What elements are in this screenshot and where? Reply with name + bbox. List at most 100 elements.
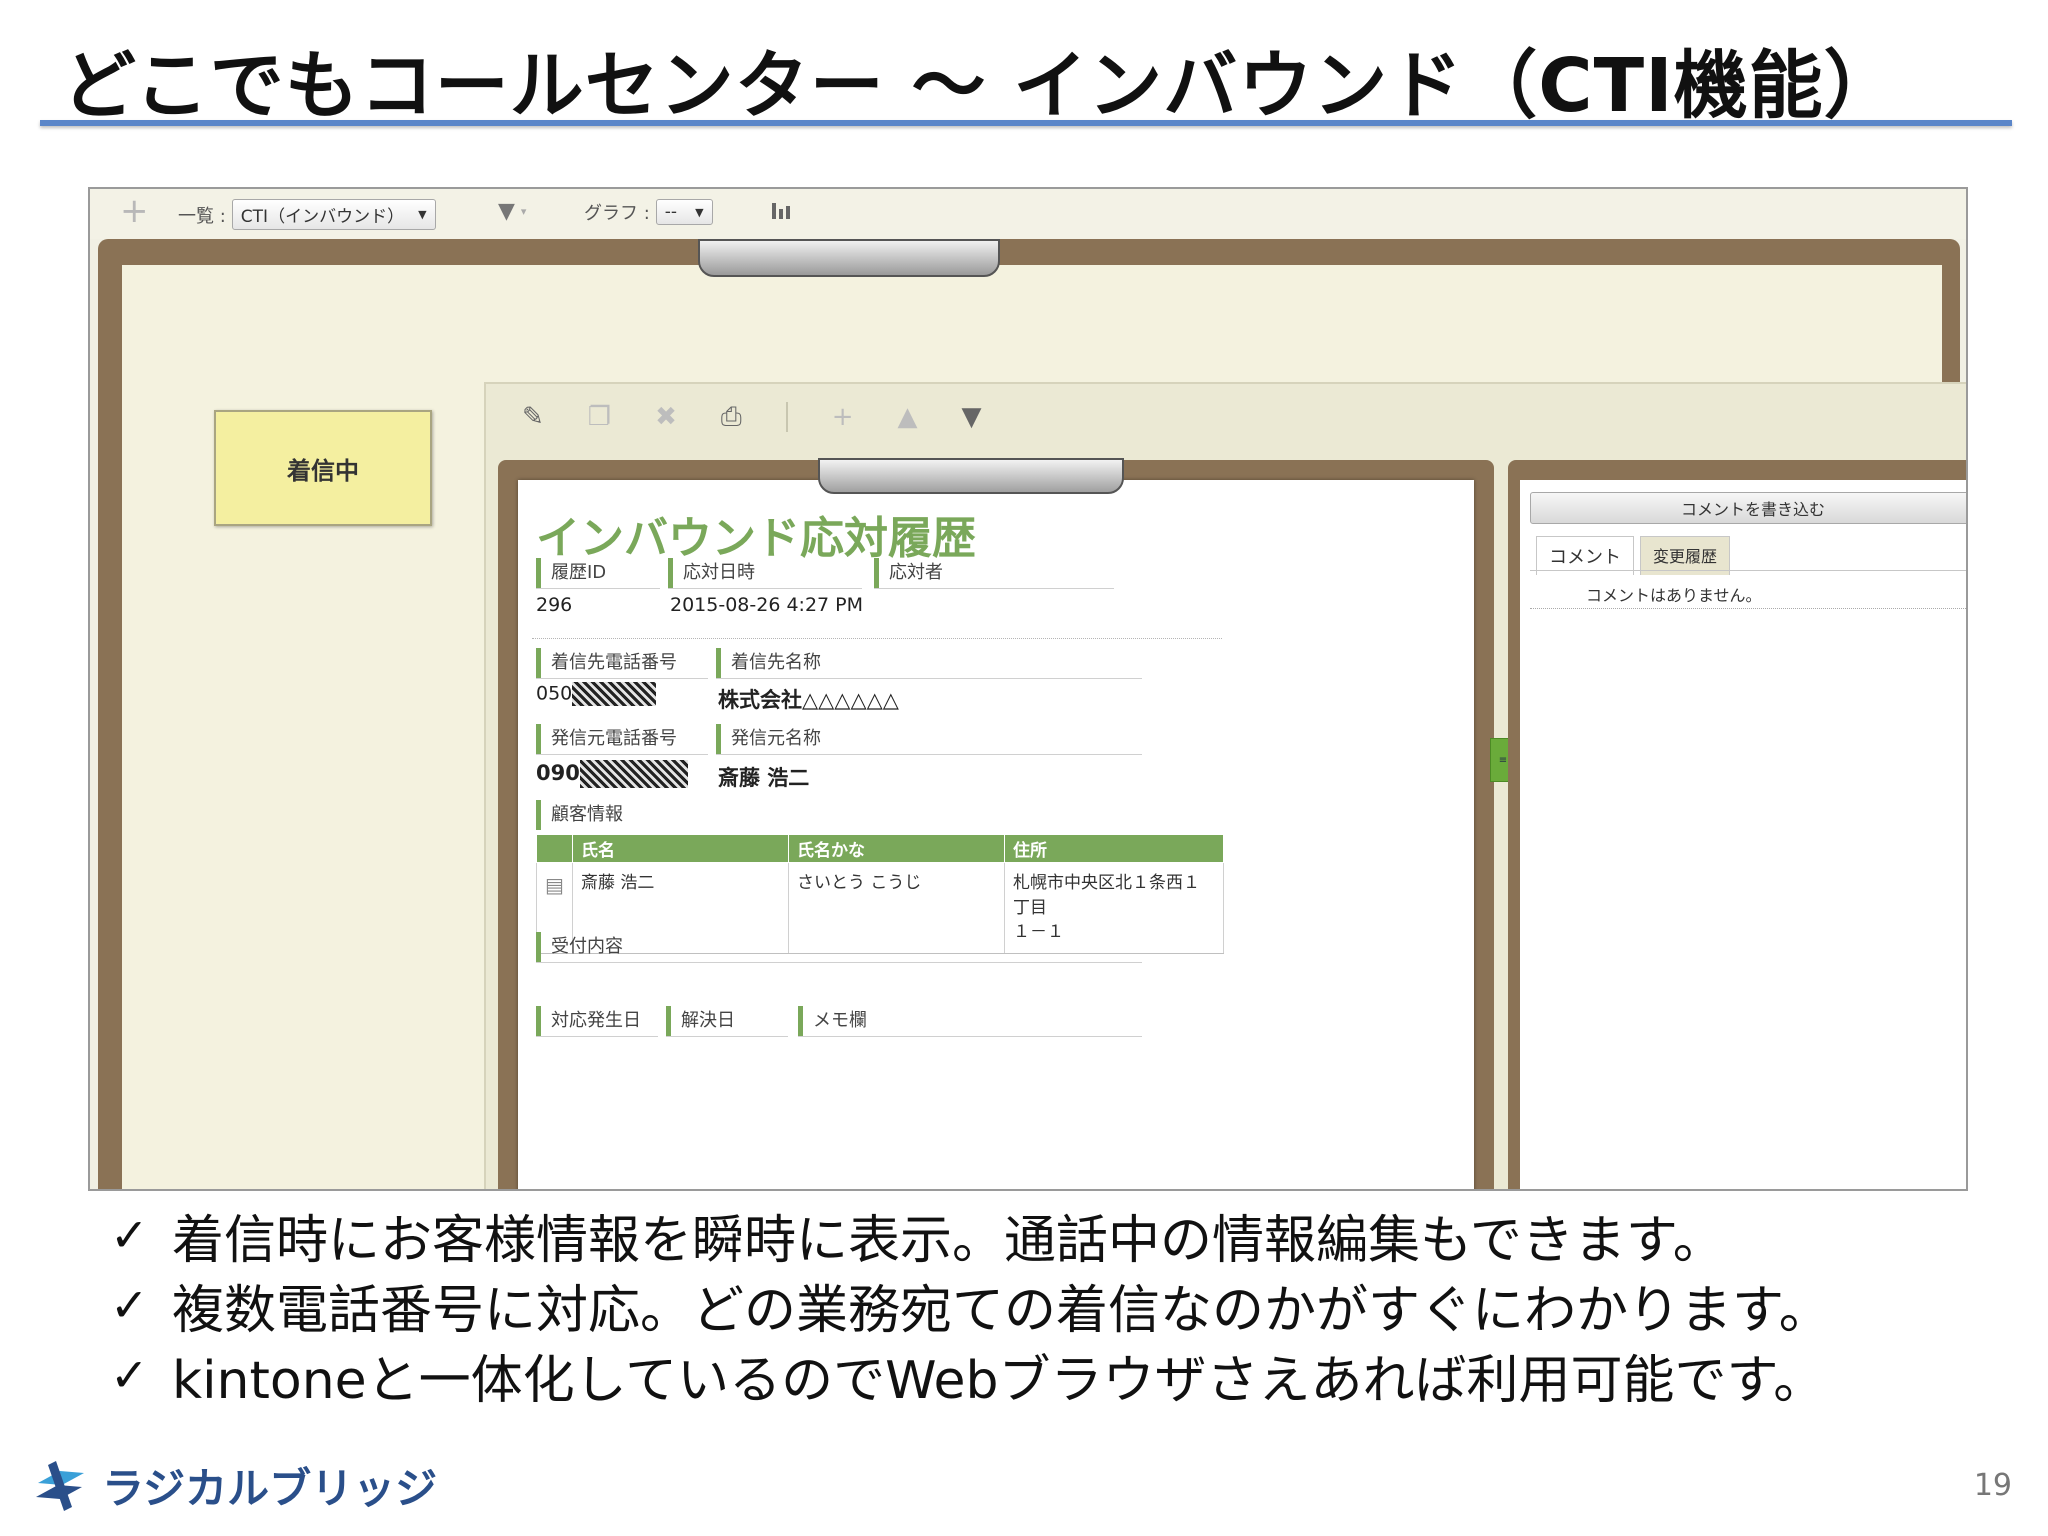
graph-label: グラフ : — [584, 203, 650, 224]
src-phone-prefix: 090 — [536, 761, 580, 785]
field-line — [798, 1036, 1142, 1037]
toolbar-separator — [785, 402, 788, 432]
field-value-history-id: 296 — [536, 594, 573, 616]
dest-phone-prefix: 050 — [536, 682, 573, 705]
field-line — [536, 588, 660, 589]
table-cell-address: 札幌市中央区北１条西１丁目 １－１ — [1004, 862, 1224, 954]
record-area: ✎ ❐ ✖ ⎙ + ▲ ▼ インバウンド応対履歴 履歴ID 296 応対日時 2… — [484, 382, 1966, 1189]
field-line — [716, 678, 1142, 679]
section-divider — [532, 638, 1222, 639]
field-value-datetime: 2015-08-26 4:27 PM — [670, 594, 864, 616]
table-row[interactable]: ▤ 斎藤 浩二 さいとう こうじ 札幌市中央区北１条西１丁目 １－１ — [536, 862, 1224, 954]
filter-button[interactable]: ▼ ▾ — [498, 199, 526, 224]
field-label-memo: メモ欄 — [798, 1006, 867, 1036]
table-header: 氏名かな — [788, 834, 1005, 863]
field-value-dest-name: 株式会社△△△△△△ — [718, 688, 899, 712]
plus-icon: + — [120, 191, 149, 231]
field-line — [668, 588, 862, 589]
chevron-down-icon: ▼ — [418, 208, 427, 221]
no-comments-text: コメントはありません。 — [1586, 586, 1762, 605]
page-number: 19 — [1973, 1468, 2012, 1503]
outer-clip — [698, 239, 1000, 277]
record-title: インバウンド応対履歴 — [536, 513, 976, 564]
slide-title: どこでもコールセンター ～ インバウンド（CTI機能） — [62, 43, 1899, 129]
outer-cream-panel: 着信中 ✎ ❐ ✖ ⎙ + ▲ ▼ インバウンド応対履歴 履歴ID 296 応対… — [122, 265, 1966, 1189]
address-line: 札幌市中央区北１条西１丁目 — [1013, 873, 1200, 918]
address-line: １－１ — [1013, 922, 1064, 943]
record-paper: インバウンド応対履歴 履歴ID 296 応対日時 2015-08-26 4:27… — [518, 480, 1474, 1189]
write-comment-button[interactable]: コメントを書き込む — [1530, 492, 1966, 524]
bullet-item: ✓ 着信時にお客様情報を瞬時に表示。通話中の情報編集もできます。 — [110, 1200, 2020, 1271]
title-rule — [40, 120, 2012, 126]
field-value-src-phone: 090 — [536, 760, 688, 788]
field-line — [716, 754, 1142, 755]
field-label-history-id: 履歴ID — [536, 558, 606, 588]
print-icon[interactable]: ⎙ — [721, 402, 742, 433]
graph-select[interactable]: -- ▼ — [655, 199, 713, 225]
chart-button[interactable] — [770, 199, 796, 221]
edit-icon[interactable]: ✎ — [522, 402, 544, 432]
bullet-text: 複数電話番号に対応。どの業務宛ての着信なのかがすぐにわかります。 — [172, 1280, 1831, 1341]
incoming-call-button[interactable]: 着信中 — [214, 410, 432, 526]
table-header-icon-col — [536, 834, 573, 863]
plus-icon[interactable]: + — [832, 402, 854, 432]
redacted-phone — [572, 682, 657, 706]
app-toolbar: + 一覧 : CTI（インバウンド） ▼ ▼ ▾ グラフ : -- ▼ — [90, 189, 1966, 239]
field-label-src-name: 発信元名称 — [716, 724, 821, 754]
document-icon[interactable]: ▤ — [545, 873, 564, 897]
copy-icon[interactable]: ❐ — [588, 402, 611, 432]
check-icon: ✓ — [110, 1208, 149, 1262]
field-label-datetime: 応対日時 — [668, 558, 755, 588]
bullet-text: 着信時にお客様情報を瞬時に表示。通話中の情報編集もできます。 — [172, 1210, 1725, 1271]
add-record-button[interactable]: + — [120, 191, 149, 231]
customer-table: 氏名 氏名かな 住所 ▤ 斎藤 浩二 さいとう こうじ 札幌市中央区北１条西１丁… — [536, 834, 1224, 954]
filter-icon: ▼ — [498, 199, 515, 224]
table-header: 氏名 — [572, 834, 789, 863]
chevron-down-icon: ▾ — [520, 205, 527, 218]
check-icon: ✓ — [110, 1278, 149, 1332]
table-cell: さいとう こうじ — [788, 862, 1005, 954]
check-icon: ✓ — [110, 1348, 149, 1402]
field-line — [874, 588, 1114, 589]
record-clip — [818, 458, 1124, 494]
arrow-down-icon[interactable]: ▼ — [962, 402, 982, 432]
app-screenshot: + 一覧 : CTI（インバウンド） ▼ ▼▾ グラフ : -- ▼ 着信中 — [88, 187, 1968, 1191]
comment-divider — [1530, 608, 1966, 609]
record-toolbar: ✎ ❐ ✖ ⎙ + ▲ ▼ — [486, 384, 1966, 450]
field-line — [666, 1036, 788, 1037]
field-line — [536, 1036, 658, 1037]
side-clipboard: コメントを書き込む コメント 変更履歴 コメントはありません。 — [1508, 460, 1966, 1189]
bridge-logo-icon — [36, 1460, 84, 1511]
field-label-dest-name: 着信先名称 — [716, 648, 821, 678]
delete-icon[interactable]: ✖ — [655, 402, 677, 432]
outer-clipboard: 着信中 ✎ ❐ ✖ ⎙ + ▲ ▼ インバウンド応対履歴 履歴ID 296 応対… — [98, 239, 1966, 1189]
incoming-call-label: 着信中 — [287, 456, 359, 485]
redacted-phone — [579, 760, 688, 788]
field-label-src-phone: 発信元電話番号 — [536, 724, 677, 754]
field-label-responder: 応対者 — [874, 558, 943, 588]
list-label: 一覧 : — [178, 205, 226, 227]
list-view-select[interactable]: CTI（インバウンド） ▼ — [231, 199, 436, 230]
company-logo: ラジカルブリッジ — [30, 1455, 437, 1516]
chevron-down-icon: ▼ — [695, 205, 704, 219]
graph-control: グラフ : -- ▼ — [584, 199, 713, 225]
table-header-row: 氏名 氏名かな 住所 — [536, 834, 1224, 863]
tab-underline — [1530, 570, 1966, 571]
record-clipboard: インバウンド応対履歴 履歴ID 296 応対日時 2015-08-26 4:27… — [498, 458, 1494, 1189]
field-label-resolve-date: 解決日 — [666, 1006, 735, 1036]
side-paper: コメントを書き込む コメント 変更履歴 コメントはありません。 — [1520, 480, 1966, 1189]
field-line — [536, 678, 708, 679]
bar-chart-icon — [772, 203, 790, 219]
field-label-dest-phone: 着信先電話番号 — [536, 648, 677, 678]
field-line — [536, 754, 708, 755]
grip-icon: ≡ — [1498, 754, 1508, 766]
field-label-reception: 受付内容 — [536, 932, 623, 962]
arrow-up-icon[interactable]: ▲ — [898, 402, 918, 432]
table-header: 住所 — [1004, 834, 1224, 863]
field-line — [536, 962, 1142, 963]
logo-text: ラジカルブリッジ — [102, 1464, 438, 1513]
field-label-occur-date: 対応発生日 — [536, 1006, 641, 1036]
field-value-src-name: 斎藤 浩二 — [718, 766, 810, 790]
field-label-customer-info: 顧客情報 — [536, 800, 623, 830]
bullet-item: ✓ 複数電話番号に対応。どの業務宛ての着信なのかがすぐにわかります。 — [110, 1270, 2020, 1341]
